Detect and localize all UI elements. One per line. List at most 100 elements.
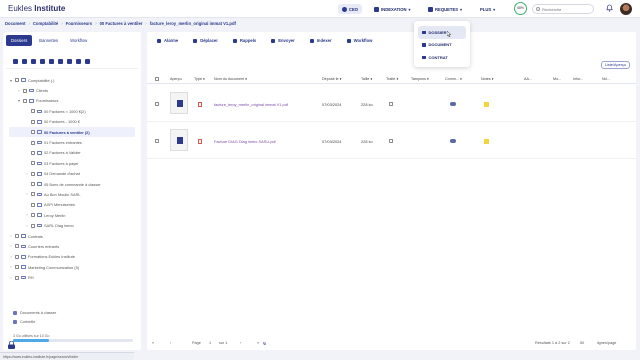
- tab-workflow[interactable]: Workflow: [65, 35, 92, 46]
- per-page-select[interactable]: 50: [580, 341, 584, 345]
- tree-node[interactable]: › Contrats: [9, 231, 135, 241]
- menu-item-dossier[interactable]: DOSSIER: [418, 26, 466, 39]
- note-icon[interactable]: [484, 139, 489, 144]
- tree-checkbox[interactable]: [31, 223, 35, 228]
- column-header[interactable]: Taille ♦: [361, 77, 372, 81]
- requetes-menu[interactable]: REQUETES ▾: [428, 4, 462, 14]
- storage-gauge[interactable]: 68%: [514, 2, 527, 15]
- column-header[interactable]: Déposé le ♦: [322, 77, 342, 81]
- column-header[interactable]: Mo...: [553, 77, 561, 81]
- document-thumbnail[interactable]: [170, 92, 188, 114]
- tree-checkbox[interactable]: [31, 119, 35, 124]
- alarm-button[interactable]: Alarme: [157, 38, 178, 43]
- more-icon[interactable]: [85, 59, 90, 64]
- prev-page-icon[interactable]: ‹: [170, 341, 171, 345]
- tree-node[interactable]: › Formations Eukles Institute: [9, 252, 135, 262]
- workflow-button[interactable]: Workflow: [346, 38, 372, 43]
- trash-link[interactable]: Corbeille: [13, 317, 56, 326]
- view-mode-button[interactable]: Liste/Aperçu: [600, 61, 630, 69]
- tree-checkbox[interactable]: [31, 161, 35, 166]
- bookmark-icon[interactable]: [76, 59, 81, 64]
- move-icon[interactable]: [40, 59, 45, 64]
- send-button[interactable]: Envoyer: [271, 38, 295, 43]
- expand-toggle-icon[interactable]: ▾: [17, 98, 21, 103]
- column-header[interactable]: Nd...: [602, 77, 610, 81]
- tree-node[interactable]: 00 Factures à ventiler (2): [9, 126, 135, 138]
- tree-checkbox[interactable]: [31, 150, 35, 155]
- tree-node[interactable]: 02 Factures à Valider: [9, 148, 135, 158]
- expand-toggle-icon[interactable]: ›: [9, 234, 13, 238]
- table-row[interactable]: Facture DIAG Diag immo SASU.pdf 07/03/20…: [147, 123, 636, 159]
- tree-node[interactable]: › Au Bon Moulin SARL: [9, 189, 135, 199]
- column-header[interactable]: Traité ♦: [386, 77, 398, 81]
- comment-icon[interactable]: [450, 139, 456, 143]
- tree-node[interactable]: 01 Factures entrantes: [9, 137, 135, 147]
- upload-icon[interactable]: [13, 59, 18, 64]
- tree-checkbox[interactable]: [31, 213, 35, 218]
- folder-icon[interactable]: [22, 59, 27, 64]
- search-input[interactable]: [542, 6, 590, 12]
- tree-node[interactable]: › Marketing Communication (5): [9, 262, 135, 272]
- delete-icon[interactable]: [67, 59, 72, 64]
- row-checkbox[interactable]: [155, 139, 159, 143]
- unclassified-link[interactable]: Documents à classer: [13, 308, 56, 317]
- first-page-icon[interactable]: «: [152, 341, 154, 345]
- tree-checkbox[interactable]: [31, 109, 35, 114]
- select-all-checkbox[interactable]: [155, 77, 159, 81]
- column-header[interactable]: Type ♦: [194, 77, 205, 81]
- tree-checkbox[interactable]: [31, 140, 35, 145]
- reminders-button[interactable]: Rappels: [232, 38, 256, 43]
- column-header[interactable]: Aperçu: [170, 77, 182, 81]
- send-icon[interactable]: [31, 59, 36, 64]
- column-header[interactable]: Nom du document ♦: [214, 77, 247, 81]
- tree-node[interactable]: 03 Factures à payer: [9, 158, 135, 168]
- plus-menu[interactable]: PLUS ▾: [480, 4, 495, 14]
- tree-node[interactable]: 00 Factures < 1000 €(2): [9, 106, 135, 116]
- breadcrumb-item[interactable]: 00 Factures à ventiler: [100, 21, 143, 26]
- bell-icon[interactable]: [606, 4, 613, 12]
- tree-node[interactable]: › Clients: [9, 85, 135, 95]
- tree-checkbox[interactable]: [31, 202, 35, 207]
- tree-node[interactable]: ▾ Comptabilité (.): [9, 75, 135, 85]
- expand-toggle-icon[interactable]: ›: [25, 192, 29, 196]
- tree-checkbox[interactable]: [15, 78, 19, 83]
- expand-toggle-icon[interactable]: ›: [9, 244, 13, 248]
- tree-checkbox[interactable]: [31, 182, 35, 187]
- processed-checkbox[interactable]: [389, 139, 393, 143]
- breadcrumb-item[interactable]: Comptabilité: [33, 21, 58, 26]
- document-name[interactable]: facture_leroy_merlin_original immat V1.p…: [214, 102, 288, 107]
- search-box[interactable]: [532, 4, 594, 14]
- refresh-icon[interactable]: ↻: [263, 341, 266, 346]
- expand-toggle-icon[interactable]: ▾: [9, 78, 13, 83]
- menu-item-document[interactable]: DOCUMENT: [418, 39, 466, 52]
- document-thumbnail[interactable]: [170, 129, 188, 151]
- tree-node[interactable]: ▾ Fournisseurs: [9, 96, 135, 106]
- tree-node[interactable]: › SARL Diag immo: [9, 220, 135, 230]
- expand-toggle-icon[interactable]: ›: [9, 255, 13, 259]
- ceo-button[interactable]: CEO: [338, 4, 362, 14]
- tree-node[interactable]: 00 Factures - 1000 €: [9, 117, 135, 127]
- next-page-icon[interactable]: ›: [240, 341, 241, 345]
- tree-checkbox[interactable]: [31, 171, 35, 176]
- avatar[interactable]: [620, 3, 632, 15]
- breadcrumb-item[interactable]: facture_leroy_merlin_original immat V1.p…: [150, 21, 236, 26]
- app-logo[interactable]: Eukles Institute: [8, 4, 65, 13]
- processed-checkbox[interactable]: [389, 102, 393, 106]
- expand-toggle-icon[interactable]: ›: [25, 213, 29, 217]
- column-header[interactable]: AA...: [524, 77, 532, 81]
- expand-toggle-icon[interactable]: ›: [25, 172, 29, 176]
- breadcrumb-item[interactable]: Document: [5, 21, 25, 26]
- edit-icon[interactable]: [49, 59, 54, 64]
- tab-dossiers[interactable]: Dossiers: [6, 35, 33, 46]
- tree-checkbox[interactable]: [15, 254, 19, 259]
- tree-checkbox[interactable]: [23, 88, 27, 93]
- column-header[interactable]: Comm... ♦: [445, 77, 462, 81]
- expand-toggle-icon[interactable]: ›: [25, 224, 29, 228]
- tree-node[interactable]: › 04 Demande d'achat: [9, 169, 135, 179]
- tree-node[interactable]: › RH: [9, 272, 135, 282]
- column-header[interactable]: Tampons ♦: [411, 77, 429, 81]
- index-button[interactable]: Indexer: [309, 38, 332, 43]
- tab-bannettes[interactable]: Bannettes: [34, 35, 63, 46]
- tag-icon[interactable]: [58, 59, 63, 64]
- tree-node[interactable]: 05 Bons de commande à classer: [9, 179, 135, 189]
